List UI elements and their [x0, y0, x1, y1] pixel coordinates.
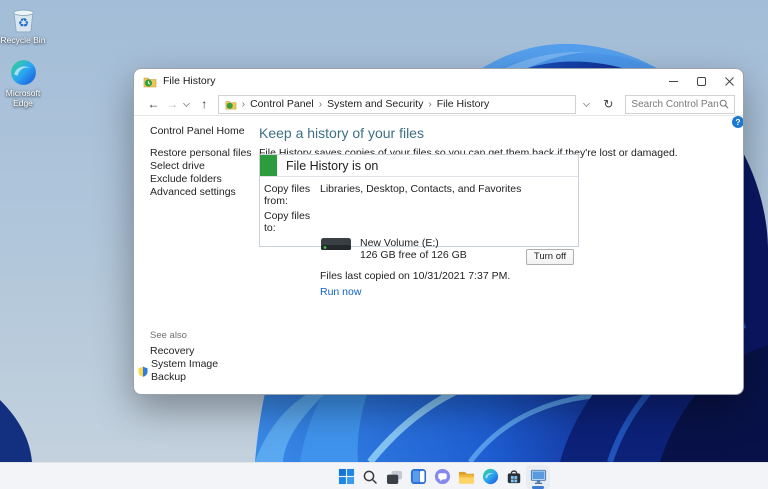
window-title: File History [163, 75, 216, 87]
taskbar-widgets-button[interactable] [406, 465, 430, 489]
drive-name: New Volume (E:) [360, 237, 467, 249]
status-green-indicator [260, 155, 277, 176]
taskbar-edge-button[interactable] [478, 465, 502, 489]
taskbar-task-view-button[interactable] [382, 465, 406, 489]
desktop-icon-microsoft-edge[interactable]: Microsoft Edge [0, 58, 46, 108]
up-button[interactable]: ↑ [195, 97, 214, 111]
sidebar-item-advanced-settings[interactable]: Advanced settings [150, 186, 256, 199]
taskbar [0, 462, 768, 489]
minimize-button[interactable] [659, 69, 687, 93]
sidebar-item-recovery[interactable]: Recovery [150, 345, 256, 358]
sidebar-item-restore-personal-files[interactable]: Restore personal files [150, 147, 256, 160]
minimize-icon [669, 77, 678, 86]
desktop-icon-label: Microsoft Edge [0, 89, 46, 108]
breadcrumb-control-panel[interactable]: Control Panel [250, 98, 314, 110]
address-bar[interactable]: › Control Panel › System and Security › … [218, 95, 577, 114]
widgets-icon [410, 468, 427, 485]
close-button[interactable] [715, 69, 743, 93]
back-button[interactable]: ← [144, 97, 163, 111]
navigation-bar: ← → ↑ › Control Panel › System and Secur… [134, 93, 743, 115]
microsoft-store-icon [506, 468, 522, 485]
sidebar-item-control-panel-home[interactable]: Control Panel Home [150, 125, 256, 137]
maximize-icon [697, 77, 706, 86]
chat-icon [434, 468, 451, 485]
taskbar-file-explorer-button[interactable] [454, 465, 478, 489]
search-box[interactable] [625, 95, 735, 114]
windows-start-icon [338, 468, 355, 485]
see-also-label: See also [150, 330, 256, 341]
taskbar-chat-button[interactable] [430, 465, 454, 489]
desktop-icon-recycle-bin[interactable]: ♻ Recycle Bin [0, 5, 46, 46]
hard-drive-icon [320, 237, 352, 253]
breadcrumb-system-and-security[interactable]: System and Security [327, 98, 423, 110]
last-copied-text: Files last copied on 10/31/2021 7:37 PM. [320, 270, 578, 282]
search-icon [719, 99, 729, 109]
close-icon [725, 77, 734, 86]
forward-button[interactable]: → [163, 97, 182, 111]
status-title: File History is on [286, 159, 378, 173]
svg-text:♻: ♻ [17, 15, 28, 30]
turn-off-button[interactable]: Turn off [526, 249, 574, 265]
search-input[interactable] [631, 99, 719, 110]
uac-shield-icon [138, 366, 148, 377]
desktop-icon-label: Recycle Bin [0, 36, 46, 46]
search-icon [362, 469, 378, 485]
sidebar-item-select-drive[interactable]: Select drive [150, 160, 256, 173]
edge-icon [482, 468, 499, 485]
taskbar-search-button[interactable] [358, 465, 382, 489]
copy-files-to-label: Copy files to: [264, 210, 320, 234]
breadcrumb-separator: › [242, 99, 245, 110]
main-content: Keep a history of your files File Histor… [256, 115, 743, 394]
drive-space: 126 GB free of 126 GB [360, 249, 467, 261]
title-bar: File History [134, 69, 743, 93]
file-explorer-icon [458, 469, 475, 485]
file-history-app-icon [143, 75, 157, 88]
copy-files-from-label: Copy files from: [264, 183, 320, 207]
file-history-window: File History ← → ↑ › Control Panel › [133, 68, 744, 395]
run-now-link[interactable]: Run now [320, 286, 361, 298]
status-header: File History is on [260, 155, 578, 177]
address-dropdown-chevron-icon[interactable] [583, 99, 590, 106]
refresh-button[interactable]: ↻ [603, 97, 613, 111]
recycle-bin-icon: ♻ [9, 5, 38, 34]
taskbar-control-panel-button-active[interactable] [526, 465, 550, 489]
copy-files-from-value: Libraries, Desktop, Contacts, and Favori… [320, 183, 521, 207]
edge-logo-icon [9, 58, 38, 87]
file-history-location-icon [225, 99, 237, 110]
breadcrumb-file-history[interactable]: File History [437, 98, 490, 110]
control-panel-window-icon [530, 469, 547, 485]
task-view-icon [386, 469, 403, 485]
breadcrumb-separator: › [428, 99, 431, 110]
file-history-status-panel: File History is on Copy files from: Libr… [259, 154, 579, 247]
history-chevron-icon[interactable] [183, 99, 190, 106]
breadcrumb-separator: › [319, 99, 322, 110]
taskbar-start-button[interactable] [334, 465, 358, 489]
taskbar-store-button[interactable] [502, 465, 526, 489]
page-title: Keep a history of your files [259, 125, 743, 141]
maximize-button[interactable] [687, 69, 715, 93]
sidebar-item-system-image-backup[interactable]: System Image Backup [150, 358, 256, 384]
sidebar-item-exclude-folders[interactable]: Exclude folders [150, 173, 256, 186]
sidebar: Control Panel Home Restore personal file… [134, 115, 256, 394]
sidebar-item-label: System Image Backup [151, 358, 256, 384]
